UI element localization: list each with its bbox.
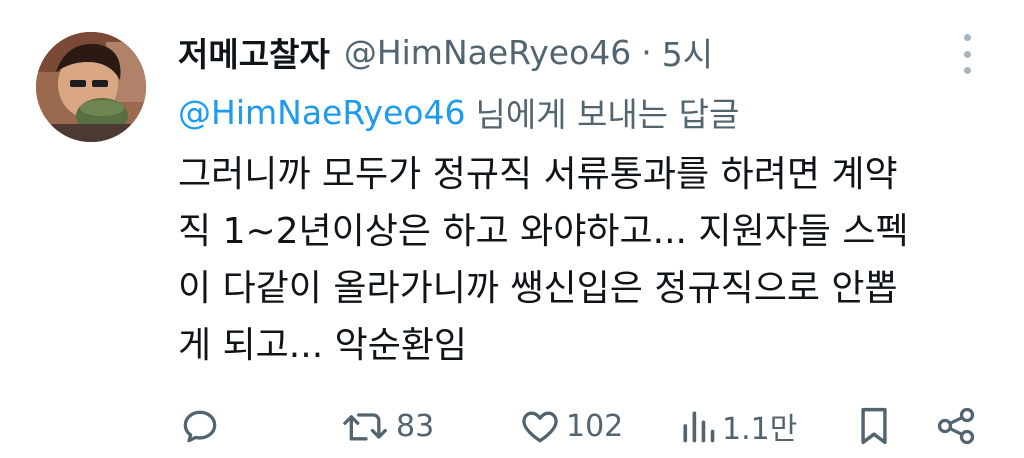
tweet-text-line: 그러니까 모두가 정규직 서류통과를 하려면 계약 [178,154,898,195]
reply-to-label: 님에게 보내는 답글 [475,95,740,134]
heart-icon [522,411,558,443]
action-bar: 83 102 1.1만 [178,398,978,454]
more-icon[interactable] [952,34,982,74]
replying-to: @HimNaeRyeo46 님에게 보내는 답글 [178,86,739,138]
more-dot [963,67,971,74]
like-button[interactable]: 102 [518,398,623,454]
share-icon [937,407,975,445]
share-button[interactable] [934,398,978,454]
views-button[interactable]: 1.1만 [678,398,797,454]
display-name[interactable]: 저메고찰자 [178,28,330,76]
views-count: 1.1만 [722,412,798,447]
tweet-text-line: 게 되고... 악순환임 [178,325,468,366]
tweet-text-line: 직 1~2년이상은 하고 와야하고... 지원자들 스펙 [178,211,909,252]
retweet-button[interactable]: 83 [340,398,434,454]
user-handle[interactable]: @HimNaeRyeo46 [344,33,631,72]
views-icon [683,411,715,443]
retweet-icon [343,413,387,441]
separator-dot: · [641,32,652,72]
reply-icon [183,410,217,443]
like-count: 102 [566,408,624,444]
reply-button[interactable] [178,398,222,454]
more-dot [963,34,971,41]
avatar-image [36,32,146,142]
avatar[interactable] [36,32,146,142]
tweet-text: 그러니까 모두가 정규직 서류통과를 하려면 계약 직 1~2년이상은 하고 와… [178,146,978,374]
reply-to-handle[interactable]: @HimNaeRyeo46 [178,93,465,132]
bookmark-button[interactable] [854,398,894,454]
timestamp[interactable]: 5시 [662,28,713,76]
tweet: 저메고찰자 @HimNaeRyeo46 · 5시 @HimNaeRyeo46 님… [0,0,1024,458]
more-dot [963,50,971,58]
bookmark-icon [861,407,887,445]
tweet-header: 저메고찰자 @HimNaeRyeo46 · 5시 [178,24,713,80]
tweet-text-line: 이 다같이 올라가니까 쌩신입은 정규직으로 안뽑 [178,268,898,309]
retweet-count: 83 [396,408,435,444]
